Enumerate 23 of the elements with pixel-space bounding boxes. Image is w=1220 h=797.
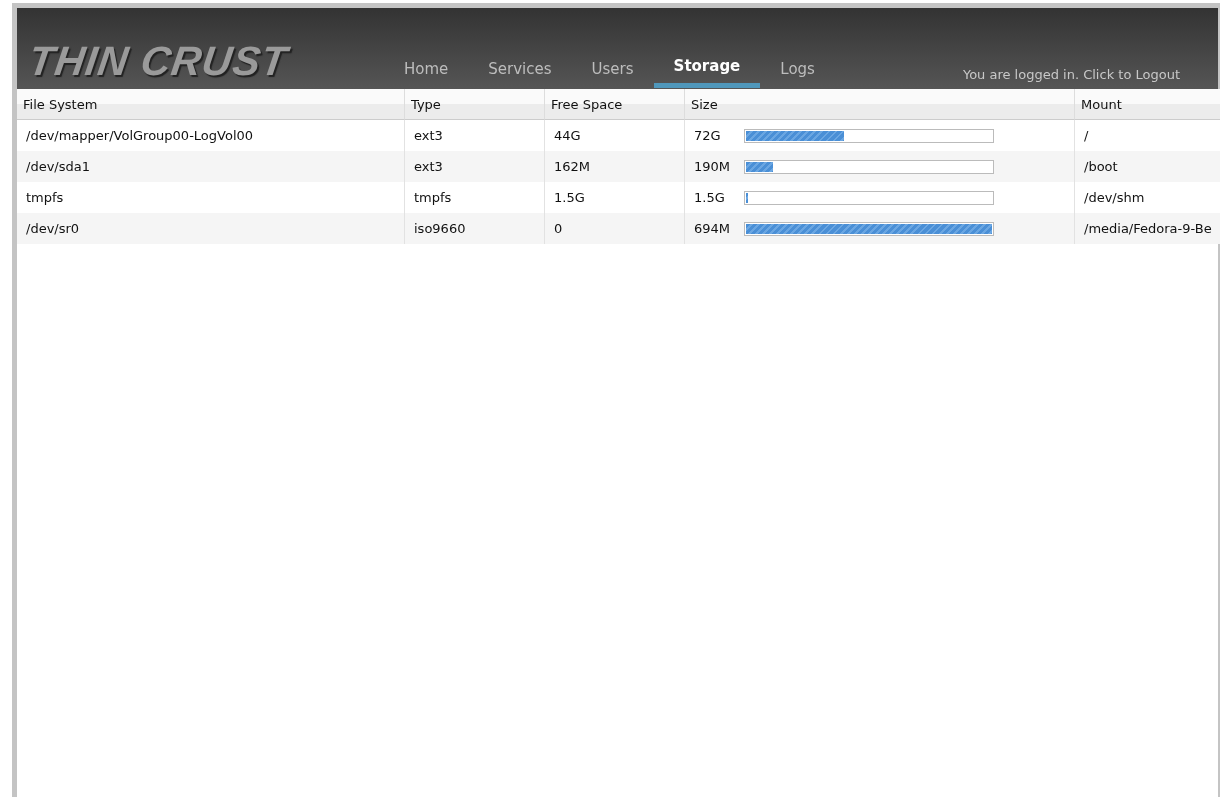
table-cell: ext3 <box>405 151 545 182</box>
size-text: 190M <box>694 159 732 174</box>
size-text: 694M <box>694 221 732 236</box>
column-header[interactable]: File System <box>17 89 405 120</box>
nav-tab[interactable]: Users <box>571 60 654 88</box>
nav-tab[interactable]: Services <box>468 60 572 88</box>
nav-tab[interactable]: Logs <box>760 60 835 88</box>
table-cell: iso9660 <box>405 213 545 244</box>
column-header[interactable]: Size <box>685 89 1075 120</box>
size-text: 1.5G <box>694 190 726 205</box>
column-header[interactable]: Type <box>405 89 545 120</box>
table-cell: /media/Fedora-9-Be <box>1075 213 1220 244</box>
table-cell: /dev/sda1 <box>17 151 405 182</box>
table-cell: /boot <box>1075 151 1220 182</box>
logout-link[interactable]: You are logged in. Click to Logout <box>962 67 1180 82</box>
table-cell: 162M <box>545 151 685 182</box>
logo: THIN CRUST <box>25 38 292 85</box>
column-header[interactable]: Mount <box>1075 89 1220 120</box>
nav-tab[interactable]: Home <box>384 60 469 88</box>
column-header[interactable]: Free Space <box>545 89 685 120</box>
size-text: 72G <box>694 128 722 143</box>
table-cell: 0 <box>545 213 685 244</box>
table-cell: /dev/sr0 <box>17 213 405 244</box>
